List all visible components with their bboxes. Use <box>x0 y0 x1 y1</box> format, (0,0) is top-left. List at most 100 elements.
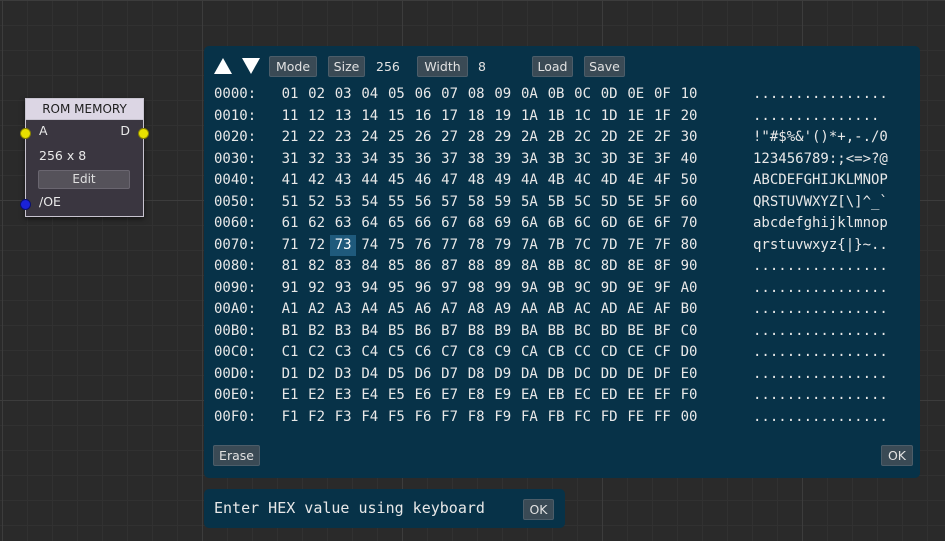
hex-byte[interactable]: B8 <box>463 321 489 342</box>
hex-byte[interactable]: AC <box>570 299 596 320</box>
hex-byte[interactable]: EE <box>623 385 649 406</box>
hex-byte[interactable]: 4C <box>570 170 596 191</box>
erase-button[interactable]: Erase <box>213 445 260 466</box>
pin-a-connector[interactable] <box>20 128 31 139</box>
hex-byte[interactable]: 34 <box>357 149 383 170</box>
hex-byte[interactable]: 52 <box>304 192 330 213</box>
hex-byte[interactable]: 3D <box>596 149 622 170</box>
hex-byte[interactable]: D5 <box>383 364 409 385</box>
hex-byte[interactable]: 30 <box>676 127 702 148</box>
hex-byte[interactable]: D4 <box>357 364 383 385</box>
pin-oe-connector[interactable] <box>20 199 31 210</box>
hex-byte[interactable]: CD <box>596 342 622 363</box>
hex-byte[interactable]: 63 <box>330 213 356 234</box>
hex-byte[interactable]: F1 <box>277 407 303 428</box>
hex-byte[interactable]: DC <box>570 364 596 385</box>
hex-byte[interactable]: 0F <box>649 84 675 105</box>
hex-byte[interactable]: 06 <box>410 84 436 105</box>
hex-byte[interactable]: 11 <box>277 106 303 127</box>
hex-byte[interactable]: B7 <box>437 321 463 342</box>
hex-byte[interactable]: 35 <box>383 149 409 170</box>
hex-byte[interactable]: ED <box>596 385 622 406</box>
hex-byte[interactable]: C7 <box>437 342 463 363</box>
hex-byte[interactable]: 6A <box>516 213 542 234</box>
hex-byte[interactable]: 46 <box>410 170 436 191</box>
hex-byte[interactable]: D8 <box>463 364 489 385</box>
hex-byte[interactable]: 96 <box>410 278 436 299</box>
hex-byte[interactable]: CF <box>649 342 675 363</box>
hex-byte[interactable]: F3 <box>330 407 356 428</box>
hex-byte[interactable]: 13 <box>330 106 356 127</box>
hex-byte[interactable]: 32 <box>304 149 330 170</box>
hex-byte[interactable]: 88 <box>463 256 489 277</box>
hex-byte[interactable]: FD <box>596 407 622 428</box>
hex-byte[interactable]: 49 <box>490 170 516 191</box>
hex-byte[interactable]: 3C <box>570 149 596 170</box>
hex-byte[interactable]: F2 <box>304 407 330 428</box>
hex-byte[interactable]: 7B <box>543 235 569 256</box>
hex-byte[interactable]: FC <box>570 407 596 428</box>
hex-byte[interactable]: 69 <box>490 213 516 234</box>
hex-byte[interactable]: 7C <box>570 235 596 256</box>
hex-byte[interactable]: 04 <box>357 84 383 105</box>
hex-byte[interactable]: AF <box>649 299 675 320</box>
hex-byte[interactable]: 98 <box>463 278 489 299</box>
hex-byte[interactable]: 8C <box>570 256 596 277</box>
hex-byte[interactable]: 93 <box>330 278 356 299</box>
hex-byte[interactable]: 0A <box>516 84 542 105</box>
hex-byte[interactable]: C9 <box>490 342 516 363</box>
hex-byte[interactable]: 97 <box>437 278 463 299</box>
hex-byte[interactable]: 41 <box>277 170 303 191</box>
save-button[interactable]: Save <box>584 56 625 77</box>
hex-byte[interactable]: F7 <box>437 407 463 428</box>
hex-byte[interactable]: 95 <box>383 278 409 299</box>
hex-byte[interactable]: 50 <box>676 170 702 191</box>
hex-byte[interactable]: 29 <box>490 127 516 148</box>
hex-byte[interactable]: 57 <box>437 192 463 213</box>
hex-byte[interactable]: 2F <box>649 127 675 148</box>
edit-button[interactable]: Edit <box>38 170 130 189</box>
hex-byte[interactable]: F5 <box>383 407 409 428</box>
hex-byte[interactable]: F0 <box>676 385 702 406</box>
hex-byte[interactable]: B5 <box>383 321 409 342</box>
hex-byte[interactable]: 58 <box>463 192 489 213</box>
hex-byte[interactable]: 65 <box>383 213 409 234</box>
hex-byte[interactable]: 61 <box>277 213 303 234</box>
hex-byte[interactable]: AA <box>516 299 542 320</box>
hex-byte[interactable]: 9E <box>623 278 649 299</box>
hex-byte[interactable]: 8D <box>596 256 622 277</box>
scroll-up-arrow-icon[interactable] <box>214 58 232 74</box>
hex-byte[interactable]: D7 <box>437 364 463 385</box>
hex-byte[interactable]: 47 <box>437 170 463 191</box>
hex-byte[interactable]: 3B <box>543 149 569 170</box>
hex-byte[interactable]: AB <box>543 299 569 320</box>
hex-byte[interactable]: 45 <box>383 170 409 191</box>
hex-byte[interactable]: 9C <box>570 278 596 299</box>
hex-byte[interactable]: 99 <box>490 278 516 299</box>
hex-byte[interactable]: 0B <box>543 84 569 105</box>
hex-byte[interactable]: 1B <box>543 106 569 127</box>
hex-byte[interactable]: 4E <box>623 170 649 191</box>
hex-byte[interactable]: 5E <box>623 192 649 213</box>
hex-byte[interactable]: 8F <box>649 256 675 277</box>
hex-byte[interactable]: 19 <box>490 106 516 127</box>
hex-byte[interactable]: F4 <box>357 407 383 428</box>
hex-byte[interactable]: C0 <box>676 321 702 342</box>
rom-memory-node[interactable]: ROM MEMORY A D 256 x 8 Edit /OE <box>20 98 149 217</box>
hex-byte[interactable]: 4D <box>596 170 622 191</box>
hex-byte[interactable]: 38 <box>463 149 489 170</box>
pin-d-connector[interactable] <box>138 128 149 139</box>
hex-byte[interactable]: 22 <box>304 127 330 148</box>
hex-byte[interactable]: 6F <box>649 213 675 234</box>
hex-byte[interactable]: 18 <box>463 106 489 127</box>
hex-byte[interactable]: 70 <box>676 213 702 234</box>
hex-byte[interactable]: 84 <box>357 256 383 277</box>
hex-byte[interactable]: C1 <box>277 342 303 363</box>
hex-byte[interactable]: C3 <box>330 342 356 363</box>
hex-byte[interactable]: 5B <box>543 192 569 213</box>
hex-byte[interactable]: 74 <box>357 235 383 256</box>
hex-byte[interactable]: A6 <box>410 299 436 320</box>
hex-byte[interactable]: 54 <box>357 192 383 213</box>
hex-byte[interactable]: 12 <box>304 106 330 127</box>
hex-byte[interactable]: 07 <box>437 84 463 105</box>
